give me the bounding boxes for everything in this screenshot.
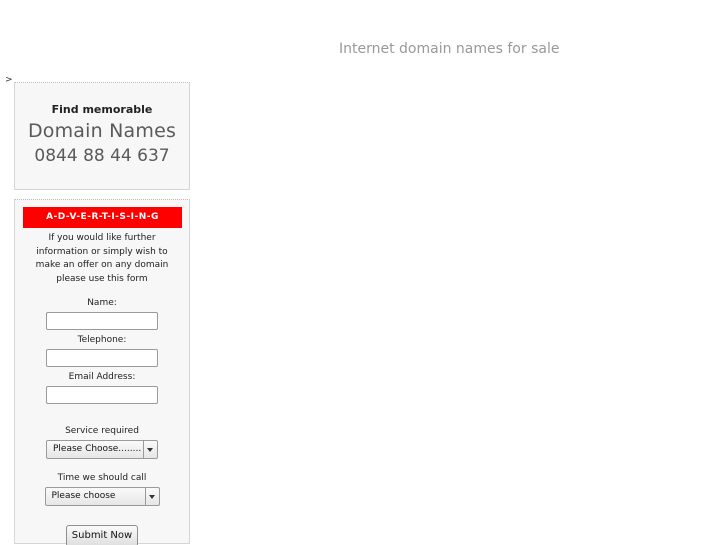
promo-line-1: Find memorable <box>51 103 153 116</box>
contact-form: A-D-V-E-R-T-I-S-I-N-G If you would like … <box>14 199 190 545</box>
service-select-value: Please Choose........ <box>53 444 142 454</box>
domain-promo-box: Find memorable Domain Names 0844 88 44 6… <box>14 82 190 190</box>
call-time-select[interactable]: Please choose <box>44 487 160 506</box>
service-label: Service required <box>65 426 139 436</box>
email-field[interactable] <box>46 386 158 404</box>
telephone-label: Telephone: <box>77 335 127 345</box>
time-label: Time we should call <box>57 473 147 483</box>
call-time-select-value: Please choose <box>51 491 116 501</box>
form-intro: If you would like further information or… <box>35 233 169 284</box>
page-title: Internet domain names for sale <box>339 41 560 57</box>
promo-line-2: Domain Names <box>27 120 177 142</box>
telephone-field[interactable] <box>46 349 158 367</box>
advertising-banner: A-D-V-E-R-T-I-S-I-N-G <box>23 207 182 228</box>
chevron-down-icon <box>143 441 157 458</box>
submit-button[interactable]: Submit Now <box>65 525 139 545</box>
service-select[interactable]: Please Choose........ <box>46 440 158 459</box>
name-field[interactable] <box>46 312 158 330</box>
chevron-down-icon <box>144 488 159 505</box>
promo-phone: 0844 88 44 637 <box>34 146 170 166</box>
stray-text: > <box>5 75 13 85</box>
name-label: Name: <box>87 298 117 308</box>
email-label: Email Address: <box>68 372 136 382</box>
